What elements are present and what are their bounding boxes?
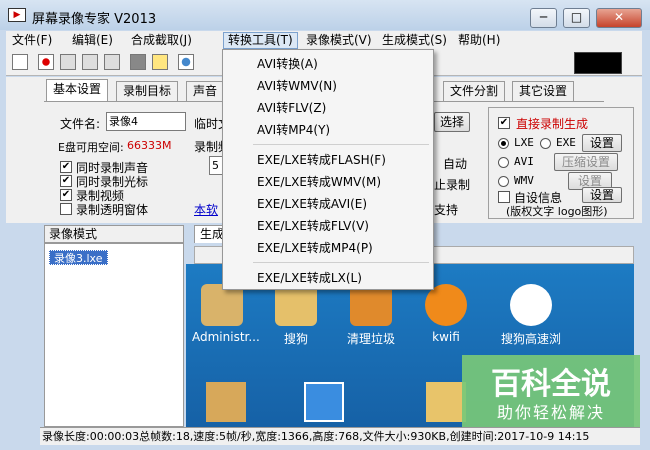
tab-record-target[interactable]: 录制目标 (116, 81, 179, 101)
watermark-subtitle: 助你轻松解决 (496, 403, 605, 422)
menu-record-mode[interactable]: 录像模式(V) (302, 32, 376, 49)
exe-label: EXE (556, 136, 576, 149)
disk-space-label: E盘可用空间: (58, 141, 124, 154)
menu-exe-to-avi[interactable]: EXE/LXE转成AVI(E) (257, 194, 367, 214)
record-transparent-checkbox[interactable] (60, 203, 72, 215)
setup-button[interactable]: 设置 (582, 134, 622, 152)
app-icon: ▶ (8, 8, 26, 22)
stop-icon[interactable] (82, 54, 98, 70)
avi-label: AVI (514, 155, 534, 168)
desktop-icon-label: 清理垃圾 (346, 332, 395, 346)
play-icon[interactable] (104, 54, 120, 70)
record-cursor-checkbox[interactable]: ✔ (60, 175, 72, 187)
menu-file[interactable]: 文件(F) (8, 32, 56, 49)
desktop-icon-label: 搜狗高速浏 (500, 332, 561, 346)
lxe-radio[interactable] (498, 138, 509, 149)
wmv-label: WMV (514, 174, 534, 187)
menu-avi-to-wmv[interactable]: AVI转WMV(N) (257, 76, 337, 96)
new-file-icon[interactable] (12, 54, 28, 70)
tab-basic-settings[interactable]: 基本设置 (46, 79, 109, 102)
maximize-button[interactable]: □ (563, 8, 590, 28)
browser-icon (510, 284, 552, 326)
desktop-icon-label: Administr... (192, 330, 260, 344)
recording-item[interactable]: 录像3.lxe (49, 250, 108, 265)
app-icon-small (304, 382, 344, 422)
record-sound-checkbox[interactable]: ✔ (60, 161, 72, 173)
auto-label: 自动 (443, 157, 468, 171)
preview-swatch (574, 52, 622, 74)
tab-file-split[interactable]: 文件分割 (443, 81, 506, 101)
desktop-icon-label: 搜狗 (283, 332, 308, 346)
status-bar: 录像长度:00:00:03总帧数:18,速度:5帧/秒,宽度:1366,高度:7… (40, 427, 640, 445)
pen-icon[interactable] (152, 54, 168, 70)
temp-label: 临时文 (194, 117, 222, 131)
exe-radio[interactable] (540, 138, 551, 149)
folder-icon (426, 382, 466, 422)
filename-input[interactable]: 录像4 (106, 112, 186, 131)
record-transparent-label: 录制透明窗体 (76, 203, 149, 217)
menu-compose[interactable]: 合成截取(J) (127, 32, 196, 49)
select-button[interactable]: 选择 (434, 112, 470, 132)
menu-exe-to-flv[interactable]: EXE/LXE转成FLV(V) (257, 216, 369, 236)
avi-radio[interactable] (498, 157, 509, 168)
broom-icon (350, 284, 392, 326)
filename-label: 文件名: (60, 117, 101, 131)
menu-avi-convert[interactable]: AVI转换(A) (257, 54, 318, 74)
desktop-icon-browser: 搜狗高速浏 (491, 284, 571, 347)
record-mode-header: 录像模式 (44, 225, 184, 243)
recording-list[interactable]: 录像3.lxe (44, 243, 184, 427)
record-freq-label: 录制频 (194, 140, 222, 154)
record-icon[interactable] (38, 54, 54, 70)
record-video-checkbox[interactable]: ✔ (60, 189, 72, 201)
globe-icon[interactable] (178, 54, 194, 70)
menu-generate-mode[interactable]: 生成模式(S) (378, 32, 451, 49)
menu-avi-to-mp4[interactable]: AVI转MP4(Y) (257, 120, 330, 140)
menu-separator (253, 144, 429, 145)
menu-help[interactable]: 帮助(H) (454, 32, 504, 49)
watermark-title: 百科全说 (491, 367, 611, 402)
custom-info-note: (版权文字 logo图形) (506, 205, 608, 218)
menu-exe-to-flash[interactable]: EXE/LXE转成FLASH(F) (257, 150, 386, 170)
desktop-icon-admin: Administr... (192, 284, 260, 344)
pause-icon[interactable] (60, 54, 76, 70)
custom-info-setup-button[interactable]: 设置 (582, 187, 622, 203)
custom-info-checkbox[interactable] (498, 191, 510, 203)
window-title: 屏幕录像专家 V2013 (32, 12, 157, 27)
desktop-icon-label: kwifi (432, 330, 460, 344)
wifi-icon (425, 284, 467, 326)
convert-tools-dropdown: AVI转换(A) AVI转WMV(N) AVI转FLV(Z) AVI转MP4(Y… (222, 49, 434, 290)
watermark-logo: 百科全说 助你轻松解决 (462, 355, 640, 427)
direct-generate-label: 直接录制生成 (516, 117, 589, 131)
menu-exe-to-mp4[interactable]: EXE/LXE转成MP4(P) (257, 238, 373, 258)
tab-sound[interactable]: 声音 (186, 81, 225, 101)
menu-separator (253, 262, 429, 263)
menu-convert-tools[interactable]: 转换工具(T) (223, 32, 298, 49)
stop-record-label: 止录制 (434, 178, 471, 192)
lxe-label: LXE (514, 136, 534, 149)
menu-exe-to-wmv[interactable]: EXE/LXE转成WMV(M) (257, 172, 381, 192)
close-button[interactable]: ✕ (596, 8, 642, 28)
direct-generate-checkbox[interactable]: ✔ (498, 117, 510, 129)
camera-icon[interactable] (130, 54, 146, 70)
menu-bar: 文件(F) 编辑(E) 合成截取(J) 转换工具(T) 录像模式(V) 生成模式… (6, 31, 642, 50)
tab-other-settings[interactable]: 其它设置 (512, 81, 575, 101)
folder-icon (206, 382, 246, 422)
software-link[interactable]: 本软 (194, 201, 218, 218)
menu-edit[interactable]: 编辑(E) (68, 32, 117, 49)
support-label: 支持 (434, 203, 459, 217)
freq-input[interactable]: 5 (209, 156, 223, 175)
user-folder-icon (201, 284, 243, 326)
desktop-icon-sogou: 搜狗 (266, 284, 326, 347)
minimize-button[interactable]: ─ (530, 8, 557, 28)
menu-exe-to-lx[interactable]: EXE/LXE转成LX(L) (257, 268, 362, 288)
wmv-radio[interactable] (498, 176, 509, 187)
compress-setup-button[interactable]: 压缩设置 (554, 153, 618, 171)
menu-avi-to-flv[interactable]: AVI转FLV(Z) (257, 98, 326, 118)
folder-icon (275, 284, 317, 326)
desktop-icon-kwifi: kwifi (416, 284, 476, 344)
desktop-icon-cleaner: 清理垃圾 (341, 284, 401, 347)
disk-space-value: 66333M (127, 139, 172, 152)
